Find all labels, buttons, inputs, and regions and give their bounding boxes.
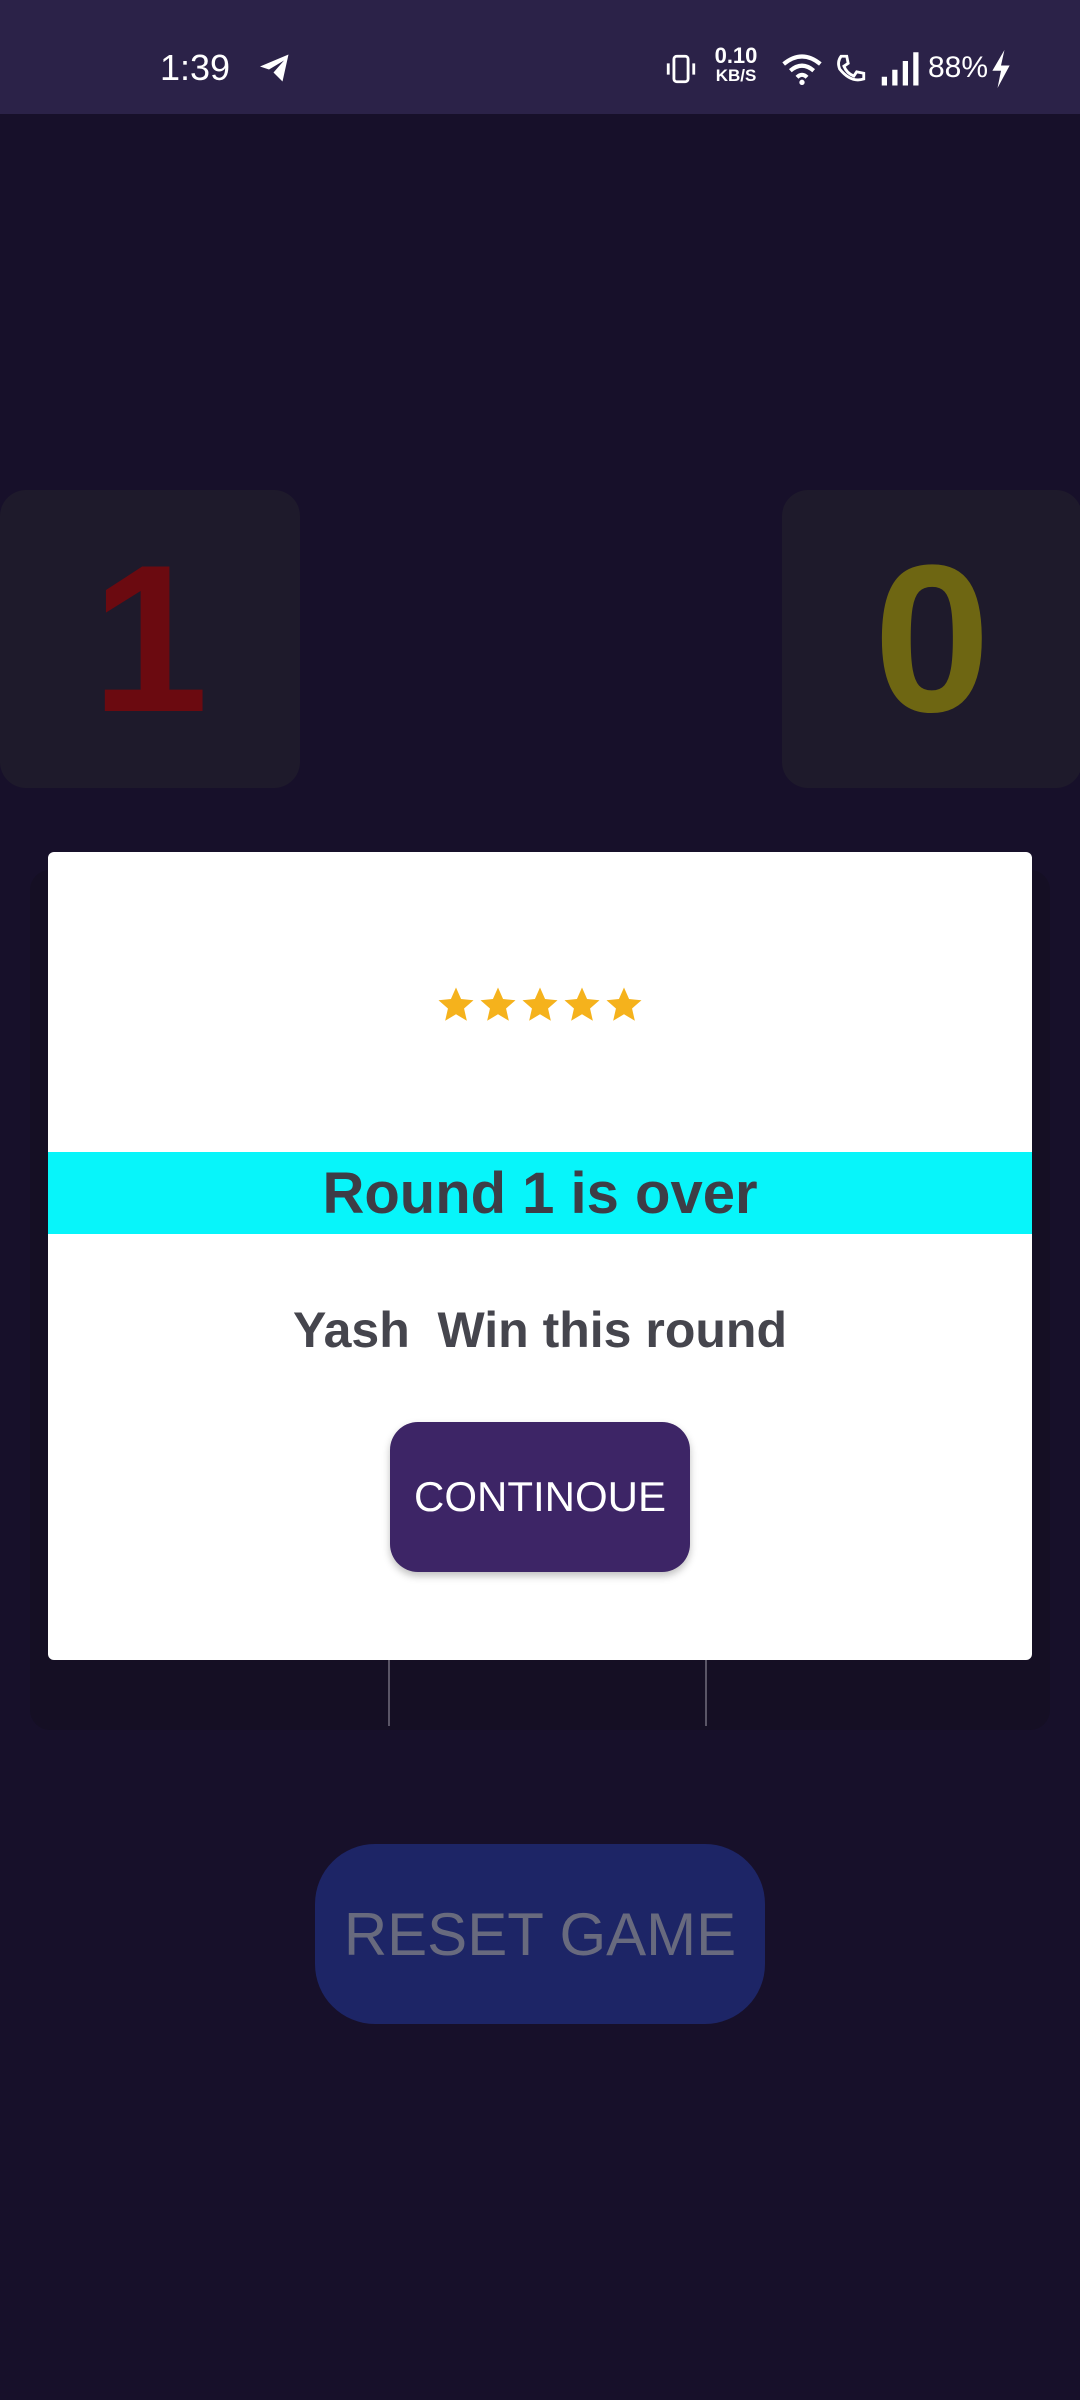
board-grid-line [388, 1660, 390, 1726]
star-icon [435, 984, 477, 1026]
player-two-score: 0 [782, 490, 1080, 788]
battery-level: 88% [928, 51, 989, 84]
round-winner-message: Yash Win this round [292, 1302, 788, 1358]
rating-stars [48, 984, 1032, 1031]
signal-icon [881, 52, 919, 86]
player-one-score: 1 [0, 490, 300, 788]
star-icon [561, 984, 603, 1026]
network-speed: 0.10 KB/S [712, 43, 760, 86]
wifi-call-icon [837, 54, 866, 82]
board-grid-line [705, 1660, 707, 1726]
round-over-dialog: Round 1 is over Yash Win this round CONT… [48, 852, 1032, 1660]
star-icon [519, 984, 561, 1026]
star-icon [603, 984, 645, 1026]
round-title-banner: Round 1 is over [48, 1152, 1032, 1234]
status-bar: 1:39 0.10 KB/S 88% [0, 0, 1080, 114]
round-title: Round 1 is over [322, 1160, 758, 1226]
vibrate-icon [666, 54, 696, 84]
charging-icon [992, 50, 1010, 88]
status-time: 1:39 [160, 47, 231, 88]
network-speed-unit: KB/S [715, 66, 757, 85]
network-speed-value: 0.10 [714, 43, 758, 68]
wifi-icon [782, 54, 822, 85]
continue-button[interactable]: CONTINOUE [390, 1422, 690, 1572]
reset-game-button[interactable]: RESET GAME [315, 1844, 765, 2024]
telegram-icon [260, 54, 289, 82]
star-icon [477, 984, 519, 1026]
